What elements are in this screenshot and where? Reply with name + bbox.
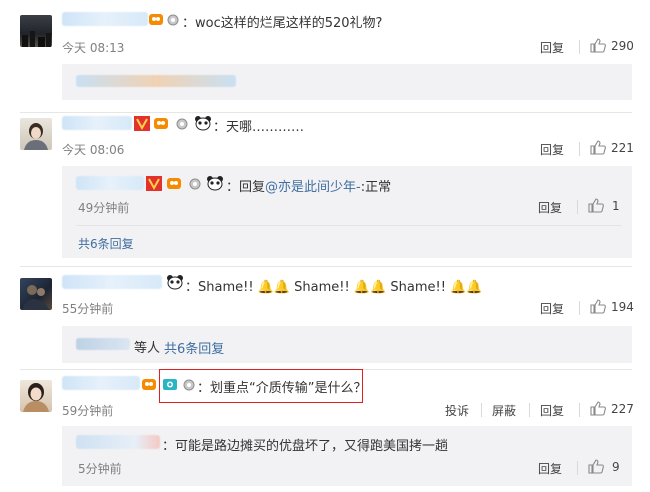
reply-button[interactable]: 回复 <box>540 39 564 56</box>
like-count: 194 <box>611 300 634 314</box>
avatar[interactable] <box>20 118 52 150</box>
sub-reply-time: 49分钟前 <box>78 201 130 215</box>
sub-reply-time: 5分钟前 <box>78 462 122 476</box>
sub-reply-prefix: ：回复 <box>226 180 266 195</box>
collapsed-reply-box <box>62 64 632 100</box>
panda-emoji-icon <box>194 115 212 135</box>
vip-badge-icon <box>166 176 182 194</box>
sub-reply-box: ：可能是路边摊买的优盘坏了，又得跑美国拷一趟 5分钟前 回复 9 <box>62 426 632 486</box>
like-count: 227 <box>611 402 634 416</box>
reply-button[interactable]: 回复 <box>540 300 564 317</box>
divider <box>579 142 580 156</box>
sub-reply-username-blurred[interactable] <box>76 176 144 190</box>
avatar[interactable] <box>20 15 52 47</box>
highlight-box <box>159 369 363 403</box>
username-blurred[interactable] <box>62 376 140 390</box>
block-button[interactable]: 屏蔽 <box>492 402 516 419</box>
more-replies-link[interactable]: 共6条回复 <box>78 235 134 252</box>
divider <box>579 40 580 54</box>
panda-emoji-icon <box>206 175 224 195</box>
username-blurred[interactable] <box>62 116 132 130</box>
sub-reply-reply-button[interactable]: 回复 <box>538 460 562 477</box>
vip-badge-icon <box>148 12 164 30</box>
avatar-portrait-icon <box>24 123 48 150</box>
divider <box>529 403 530 417</box>
like-count: 290 <box>611 39 634 53</box>
like-icon[interactable] <box>588 198 604 213</box>
sub-reply-text: ：可能是路边摊买的优盘坏了，又得跑美国拷一趟 <box>162 439 449 454</box>
comment-text: ：天哪………… <box>213 120 305 135</box>
comment-time: 今天 08:13 <box>62 41 125 55</box>
more-replies-link[interactable]: 共6条回复 <box>164 338 224 357</box>
like-icon[interactable] <box>588 459 604 474</box>
sub-reply-box: ：回复@亦是此间少年-:正常 49分钟前 回复 1 共6条回复 <box>62 166 632 258</box>
like-icon[interactable] <box>590 38 606 53</box>
like-icon[interactable] <box>590 299 606 314</box>
sub-reply-reply-button[interactable]: 回复 <box>538 199 562 216</box>
comment-text: ：Shame!! 🔔🔔 Shame!! 🔔🔔 Shame!! 🔔🔔 <box>185 280 483 295</box>
like-count: 221 <box>611 141 634 155</box>
blurred-reply-preview <box>76 75 236 87</box>
sub-reply-suffix: :正常 <box>360 180 392 195</box>
comment-divider <box>20 266 632 267</box>
verified-v-icon <box>146 176 162 195</box>
reply-button[interactable]: 回复 <box>540 402 564 419</box>
like-icon[interactable] <box>590 401 606 416</box>
comment-time: 55分钟前 <box>62 302 114 316</box>
divider <box>481 403 482 417</box>
blurred-reply-users[interactable] <box>76 338 130 350</box>
username-blurred[interactable] <box>62 275 162 289</box>
comment-time: 59分钟前 <box>62 404 114 418</box>
divider <box>579 301 580 315</box>
others-label: 等人 <box>134 341 161 356</box>
avatar-portrait-icon <box>23 383 49 412</box>
vip-badge-icon <box>153 116 169 134</box>
mention-link[interactable]: @亦是此间少年- <box>265 180 361 195</box>
panda-emoji-icon <box>166 274 184 294</box>
sub-reply-username-blurred[interactable] <box>76 435 160 449</box>
avatar[interactable] <box>20 380 52 412</box>
vip-badge-icon <box>141 377 157 395</box>
divider <box>577 461 578 475</box>
divider <box>577 200 578 214</box>
comment-time: 今天 08:06 <box>62 143 125 157</box>
sub-divider <box>76 225 622 226</box>
avatar[interactable] <box>20 278 52 310</box>
comment-text: ：woc这样的烂尾这样的520礼物? <box>182 16 383 31</box>
medal-icon <box>166 12 180 30</box>
like-count: 9 <box>612 460 620 474</box>
medal-icon <box>175 116 189 134</box>
collapsed-reply-box: 等人 共6条回复 <box>62 326 632 363</box>
like-icon[interactable] <box>590 140 606 155</box>
reply-button[interactable]: 回复 <box>540 141 564 158</box>
comment-divider <box>20 112 632 113</box>
sub-reply-text: ：回复@亦是此间少年-:正常 <box>226 176 391 195</box>
like-count: 1 <box>612 199 620 213</box>
avatar-image-icon <box>22 285 50 310</box>
avatar-image-icon <box>22 31 51 47</box>
verified-v-icon <box>134 116 150 135</box>
report-button[interactable]: 投诉 <box>445 402 469 419</box>
username-blurred[interactable] <box>62 12 148 26</box>
divider <box>579 403 580 417</box>
medal-icon <box>188 176 202 194</box>
